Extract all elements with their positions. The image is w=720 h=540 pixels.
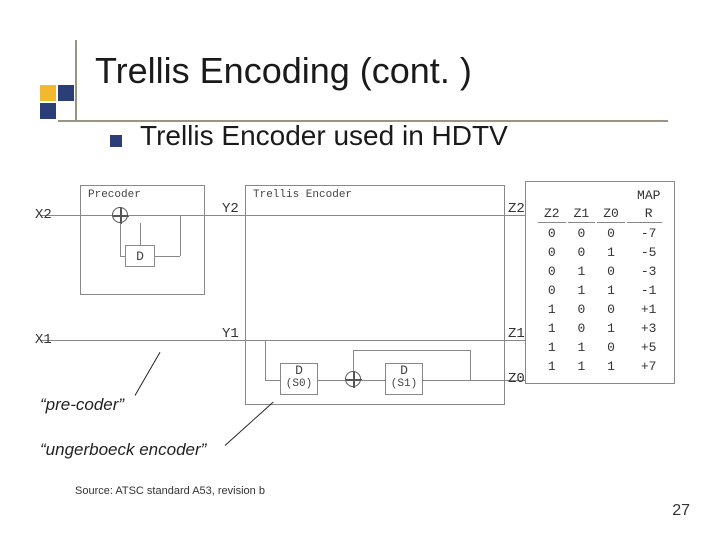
- sig-z0: Z0: [508, 371, 525, 387]
- sig-z1: Z1: [508, 326, 525, 342]
- precoder-block: [80, 185, 205, 295]
- page-title: Trellis Encoding (cont. ): [95, 50, 472, 92]
- trellis-label: Trellis Encoder: [253, 189, 352, 201]
- delay-precoder: D: [125, 245, 155, 267]
- title-rule-v: [75, 40, 77, 120]
- map-label: MAP: [536, 188, 664, 203]
- bullet-icon: [110, 135, 122, 147]
- trellis-diagram: Precoder D Trellis Encoder D (S0) D (: [40, 185, 680, 435]
- sig-z2: Z2: [508, 201, 525, 217]
- xor-precoder-icon: [112, 207, 128, 223]
- delay-s0: D (S0): [280, 363, 318, 395]
- precoder-label: Precoder: [88, 189, 141, 201]
- delay-s1: D (S1): [385, 363, 423, 395]
- xor-trellis-icon: [345, 371, 361, 387]
- bullet-text: Trellis Encoder used in HDTV: [140, 120, 508, 152]
- slide: Trellis Encoding (cont. ) Trellis Encode…: [0, 0, 720, 540]
- annotation-ungerboeck: “ungerboeck encoder”: [40, 440, 206, 460]
- sig-x2: X2: [35, 207, 52, 223]
- annotation-precoder: “pre-coder”: [40, 395, 124, 415]
- sig-x1: X1: [35, 332, 52, 348]
- sig-y1: Y1: [222, 326, 239, 342]
- map-table: Z2 Z1 Z0 R 000-7 001-5 010-3 011-1 100+1…: [536, 203, 664, 377]
- source-citation: Source: ATSC standard A53, revision b: [75, 485, 265, 497]
- page-number: 27: [672, 502, 690, 520]
- sig-y2: Y2: [222, 201, 239, 217]
- map-block: MAP Z2 Z1 Z0 R 000-7 001-5 010-3 011-1 1…: [525, 181, 675, 384]
